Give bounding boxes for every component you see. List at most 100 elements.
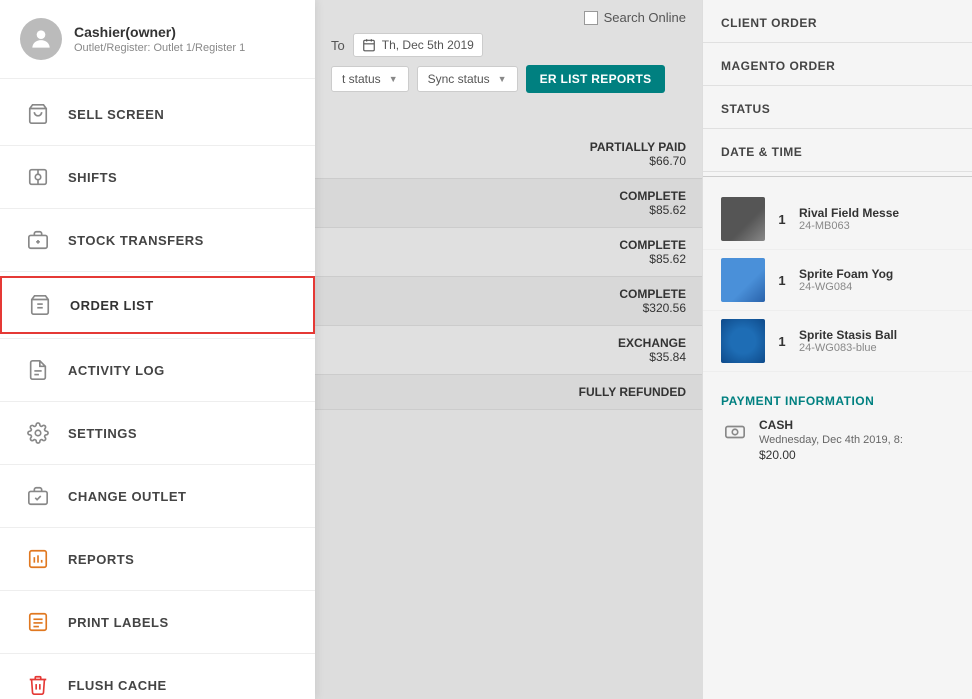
payment-section: PAYMENT INFORMATION CASH Wednesday, Dec … [703,380,972,476]
sidebar-item-change-outlet[interactable]: CHANGE OUTLET [0,469,315,523]
sync-caret-icon: ▼ [498,74,507,84]
sidebar-item-print-labels[interactable]: PRINT LABELS [0,595,315,649]
order-status-block: FULLY REFUNDED [579,385,686,399]
date-field[interactable]: Th, Dec 5th 2019 [353,33,483,57]
order-row[interactable]: COMPLETE $85.62 [315,228,702,277]
item-sku: 24-WG083-blue [799,342,897,354]
order-status: COMPLETE [619,238,686,252]
item-name: Rival Field Messe [799,206,899,220]
payment-details: CASH Wednesday, Dec 4th 2019, 8: $20.00 [759,418,903,462]
payment-method: CASH [759,418,903,432]
sidebar-item-activity-log[interactable]: ACTIVITY LOG [0,343,315,397]
item-name: Sprite Stasis Ball [799,328,897,342]
search-row: Search Online [331,10,686,25]
cart-icon [24,100,52,128]
activity-log-label: ACTIVITY LOG [68,363,165,378]
sidebar-item-stock-transfers[interactable]: STOCK TRANSFERS [0,213,315,267]
status-filter-label: t status [342,72,381,86]
order-status: PARTIALLY PAID [590,140,686,154]
sell-screen-label: SELL SCREEN [68,107,164,122]
item-thumbnail [721,319,765,363]
stock-transfers-label: STOCK TRANSFERS [68,233,204,248]
date-to-label: To [331,38,345,53]
print-labels-label: PRINT LABELS [68,615,169,630]
search-online-label: Search Online [604,10,686,25]
item-sku: 24-MB063 [799,220,899,232]
settings-label: SETTINGS [68,426,137,441]
cash-icon [721,418,749,446]
transfers-icon [24,226,52,254]
order-status: FULLY REFUNDED [579,385,686,399]
reports-label: REPORTS [68,552,134,567]
order-amount: $66.70 [590,154,686,168]
order-amount: $320.56 [619,301,686,315]
order-status-block: COMPLETE $85.62 [619,238,686,266]
user-name: Cashier(owner) [74,24,245,40]
status-filter[interactable]: t status ▼ [331,66,409,92]
payment-date: Wednesday, Dec 4th 2019, 8: [759,434,903,446]
order-status-block: COMPLETE $320.56 [619,287,686,315]
payment-info-title: PAYMENT INFORMATION [721,394,954,408]
shifts-icon [24,163,52,191]
status-caret-icon: ▼ [389,74,398,84]
right-panel: CLIENT ORDER MAGENTO ORDER STATUS DATE &… [702,0,972,699]
magento-order-section: MAGENTO ORDER [703,43,972,86]
list-item: 1 Sprite Foam Yog 24-WG084 [703,250,972,311]
date-value: Th, Dec 5th 2019 [382,38,474,52]
filter-row: t status ▼ Sync status ▼ ER LIST REPORTS [331,65,686,93]
sidebar-item-sell-screen[interactable]: SELL SCREEN [0,87,315,141]
order-row[interactable]: COMPLETE $320.56 [315,277,702,326]
sidebar-nav: SELL SCREEN SHIFTS [0,79,315,699]
list-item: 1 Rival Field Messe 24-MB063 [703,189,972,250]
reports-button[interactable]: ER LIST REPORTS [526,65,666,93]
status-label: STATUS [721,102,770,116]
order-status-block: COMPLETE $85.62 [619,189,686,217]
order-row[interactable]: FULLY REFUNDED [315,375,702,410]
order-row[interactable]: PARTIALLY PAID $66.70 [315,130,702,179]
sync-status-filter[interactable]: Sync status ▼ [417,66,518,92]
status-section: STATUS [703,86,972,129]
user-sub: Outlet/Register: Outlet 1/Register 1 [74,42,245,54]
item-info: Sprite Stasis Ball 24-WG083-blue [799,328,897,354]
item-name: Sprite Foam Yog [799,267,893,281]
list-item: 1 Sprite Stasis Ball 24-WG083-blue [703,311,972,372]
search-online-control[interactable]: Search Online [584,10,686,25]
order-status: COMPLETE [619,287,686,301]
order-list-label: ORDER LIST [70,298,154,313]
order-status: COMPLETE [619,189,686,203]
orders-icon [26,291,54,319]
flush-cache-label: FLUSH CACHE [68,678,167,693]
order-row[interactable]: COMPLETE $85.62 [315,179,702,228]
sidebar: Cashier(owner) Outlet/Register: Outlet 1… [0,0,315,699]
order-amount: $85.62 [619,252,686,266]
reports-icon [24,545,52,573]
date-time-section: DATE & TIME [703,129,972,172]
filter-bar: Search Online To Th, Dec 5th 2019 t stat… [315,0,702,130]
sidebar-item-settings[interactable]: SETTINGS [0,406,315,460]
sidebar-header: Cashier(owner) Outlet/Register: Outlet 1… [0,0,315,79]
item-qty: 1 [775,334,789,349]
date-row: To Th, Dec 5th 2019 [331,33,686,57]
sidebar-item-order-list[interactable]: ORDER LIST [0,276,315,334]
avatar [20,18,62,60]
log-icon [24,356,52,384]
user-info: Cashier(owner) Outlet/Register: Outlet 1… [74,24,245,54]
magento-order-label: MAGENTO ORDER [721,59,835,73]
sidebar-item-shifts[interactable]: SHIFTS [0,150,315,204]
client-order-label: CLIENT ORDER [721,16,817,30]
client-order-section: CLIENT ORDER [703,0,972,43]
item-thumbnail [721,197,765,241]
order-status: EXCHANGE [618,336,686,350]
search-online-checkbox[interactable] [584,11,598,25]
gear-icon [24,419,52,447]
sidebar-item-reports[interactable]: REPORTS [0,532,315,586]
order-status-block: PARTIALLY PAID $66.70 [590,140,686,168]
sync-status-label: Sync status [428,72,490,86]
sidebar-item-flush-cache[interactable]: FLUSH CACHE [0,658,315,699]
order-row[interactable]: EXCHANGE $35.84 [315,326,702,375]
change-outlet-label: CHANGE OUTLET [68,489,186,504]
item-sku: 24-WG084 [799,281,893,293]
item-qty: 1 [775,212,789,227]
main-content: Search Online To Th, Dec 5th 2019 t stat… [315,0,702,699]
print-icon [24,608,52,636]
